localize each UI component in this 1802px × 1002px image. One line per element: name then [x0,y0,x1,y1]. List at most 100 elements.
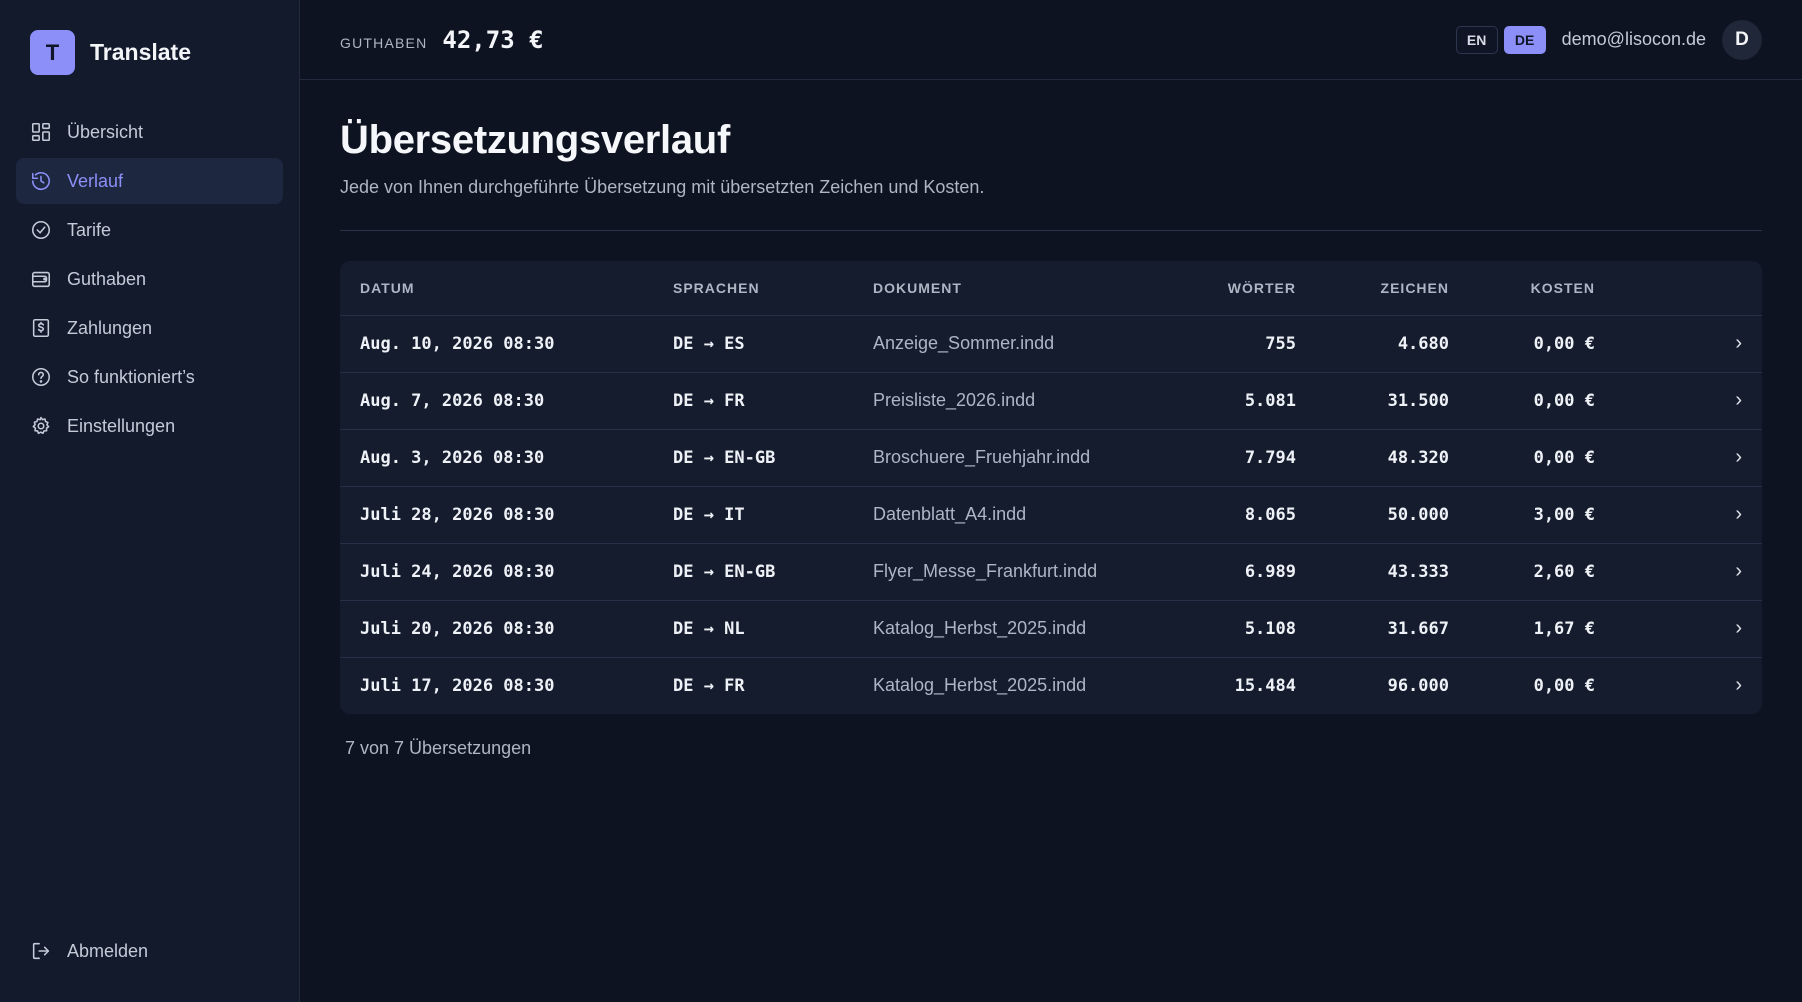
gear-icon [32,416,50,435]
receipt-icon [32,318,50,338]
cell-cost: 0,00 € [1449,372,1595,430]
table-row[interactable]: Aug. 7, 2026 08:30 DE → FR Preisliste_20… [340,372,1762,430]
sidebar-item-tarife[interactable]: Tarife [16,207,283,253]
language-en-button[interactable]: EN [1455,25,1498,54]
column-header-date[interactable]: DATUM [340,261,673,316]
cell-cost: 0,00 € [1533,675,1595,696]
logout-label: Abmelden [67,940,149,961]
cell-date: Juli 20, 2026 08:30 [340,600,673,658]
chevron-right-icon[interactable]: › [1595,657,1762,714]
sidebar-item-so-funktionierts[interactable]: So funktioniert’s [16,354,283,400]
table-row[interactable]: Juli 24, 2026 08:30 DE → EN-GB Flyer_Mes… [340,543,1762,601]
table-body: Aug. 10, 2026 08:30 DE → ES Anzeige_Somm… [340,315,1762,714]
column-header-cost[interactable]: KOSTEN [1449,261,1595,316]
cell-chars: 43.333 [1296,543,1449,601]
column-header-languages[interactable]: SPRACHEN [673,261,873,316]
cell-document: Preisliste_2026.indd [873,372,1173,430]
cell-words: 5.108 [1173,600,1296,658]
cell-languages: DE → NL [673,600,873,658]
results-count: 7 von 7 Übersetzungen [345,738,532,758]
cell-words: 5.081 [1173,372,1296,430]
cell-cost: 3,00 € [1449,486,1595,544]
divider [340,230,1762,231]
history-icon [31,172,51,190]
cell-chars: 48.320 [1296,429,1449,487]
sidebar-item-zahlungen[interactable]: Zahlungen [16,305,283,351]
chevron-right-icon[interactable]: › [1595,486,1762,544]
page-subtitle: Jede von Ihnen durchgeführte Übersetzung… [340,177,985,197]
cell-document: Katalog_Herbst_2025.indd [873,675,1087,696]
chevron-right-icon[interactable]: › [1595,429,1762,487]
chevron-right-icon[interactable]: › [1595,372,1762,430]
sidebar-item-label: Einstellungen [67,415,176,436]
column-header-chars[interactable]: ZEICHEN [1296,261,1449,316]
sidebar-item-label: Zahlungen [67,317,153,338]
app-root: T Translate Übersicht Verlauf Tarife Gut… [0,0,1802,1002]
logout-icon [32,942,50,960]
column-header-words[interactable]: WÖRTER [1173,261,1296,316]
history-table-card: DATUM SPRACHEN DOKUMENT WÖRTER ZEICHEN K… [340,261,1762,714]
history-table: DATUM SPRACHEN DOKUMENT WÖRTER ZEICHEN K… [340,261,1762,714]
content: Übersetzungsverlauf Jede von Ihnen durch… [300,80,1802,759]
cell-date: Juli 17, 2026 08:30 [360,675,555,696]
balance-value: 42,73 € [442,25,544,54]
table-row[interactable]: Juli 28, 2026 08:30 DE → IT Datenblatt_A… [340,486,1762,544]
user-email: demo@lisocon.de [1561,29,1706,49]
sidebar-item-einstellungen[interactable]: Einstellungen [16,403,283,449]
column-header-arrow [1595,261,1762,316]
logout-button[interactable]: Abmelden [16,928,283,974]
sidebar-item-label: Guthaben [67,268,147,289]
cell-chars: 96.000 [1387,675,1449,696]
cell-languages: DE → FR [673,675,745,696]
table-row[interactable]: Juli 17, 2026 08:30 DE → FR Katalog_Herb… [340,657,1762,714]
cell-languages: DE → EN-GB [673,543,873,601]
cell-document: Datenblatt_A4.indd [873,486,1173,544]
brand[interactable]: T Translate [16,30,283,75]
cell-document: Broschuere_Fruehjahr.indd [873,429,1173,487]
sidebar-item-guthaben[interactable]: Guthaben [16,256,283,302]
table-row[interactable]: Aug. 3, 2026 08:30 DE → EN-GB Broschuere… [340,429,1762,487]
sidebar-nav: Übersicht Verlauf Tarife Guthaben Zahlun… [16,109,283,449]
cell-words: 8.065 [1173,486,1296,544]
avatar[interactable]: D [1722,19,1762,60]
cell-date: Aug. 7, 2026 08:30 [340,372,673,430]
cell-date: Juli 28, 2026 08:30 [340,486,673,544]
cell-document: Katalog_Herbst_2025.indd [873,600,1173,658]
cell-cost: 1,67 € [1449,600,1595,658]
cell-cost: 2,60 € [1449,543,1595,601]
table-row[interactable]: Juli 20, 2026 08:30 DE → NL Katalog_Herb… [340,600,1762,658]
sidebar-item-label: Verlauf [67,170,124,191]
cell-languages: DE → EN-GB [673,429,873,487]
balance-label: GUTHABEN [340,34,428,51]
cell-chars: 4.680 [1296,315,1449,373]
language-de-button[interactable]: DE [1503,25,1546,54]
table-header: DATUM SPRACHEN DOKUMENT WÖRTER ZEICHEN K… [340,261,1762,316]
topbar: GUTHABEN 42,73 € EN DE demo@lisocon.de D [300,0,1802,80]
chevron-right-icon[interactable]: › [1595,600,1762,658]
brand-logo: T [30,30,75,75]
cell-languages: DE → IT [673,486,873,544]
table-row[interactable]: Aug. 10, 2026 08:30 DE → ES Anzeige_Somm… [340,315,1762,373]
chevron-right-icon[interactable]: › [1595,315,1762,373]
cell-date: Aug. 3, 2026 08:30 [340,429,673,487]
cell-document: Anzeige_Sommer.indd [873,315,1173,373]
sidebar: T Translate Übersicht Verlauf Tarife Gut… [0,0,300,1002]
sidebar-item-uebersicht[interactable]: Übersicht [16,109,283,155]
page-title: Übersetzungsverlauf [340,118,730,162]
table-header-row: DATUM SPRACHEN DOKUMENT WÖRTER ZEICHEN K… [340,261,1762,316]
cell-words: 7.794 [1173,429,1296,487]
column-header-document[interactable]: DOKUMENT [873,261,1173,316]
cell-chars: 31.500 [1296,372,1449,430]
help-circle-icon [31,367,51,387]
cell-languages: DE → FR [673,372,873,430]
cell-date: Juli 24, 2026 08:30 [340,543,673,601]
cell-document: Flyer_Messe_Frankfurt.indd [873,543,1173,601]
cell-languages: DE → ES [673,315,873,373]
sidebar-item-verlauf[interactable]: Verlauf [16,158,283,204]
cell-chars: 50.000 [1296,486,1449,544]
main: GUTHABEN 42,73 € EN DE demo@lisocon.de D… [300,0,1802,1002]
chevron-right-icon[interactable]: › [1595,543,1762,601]
cell-chars: 31.667 [1296,600,1449,658]
cell-words: 755 [1173,315,1296,373]
